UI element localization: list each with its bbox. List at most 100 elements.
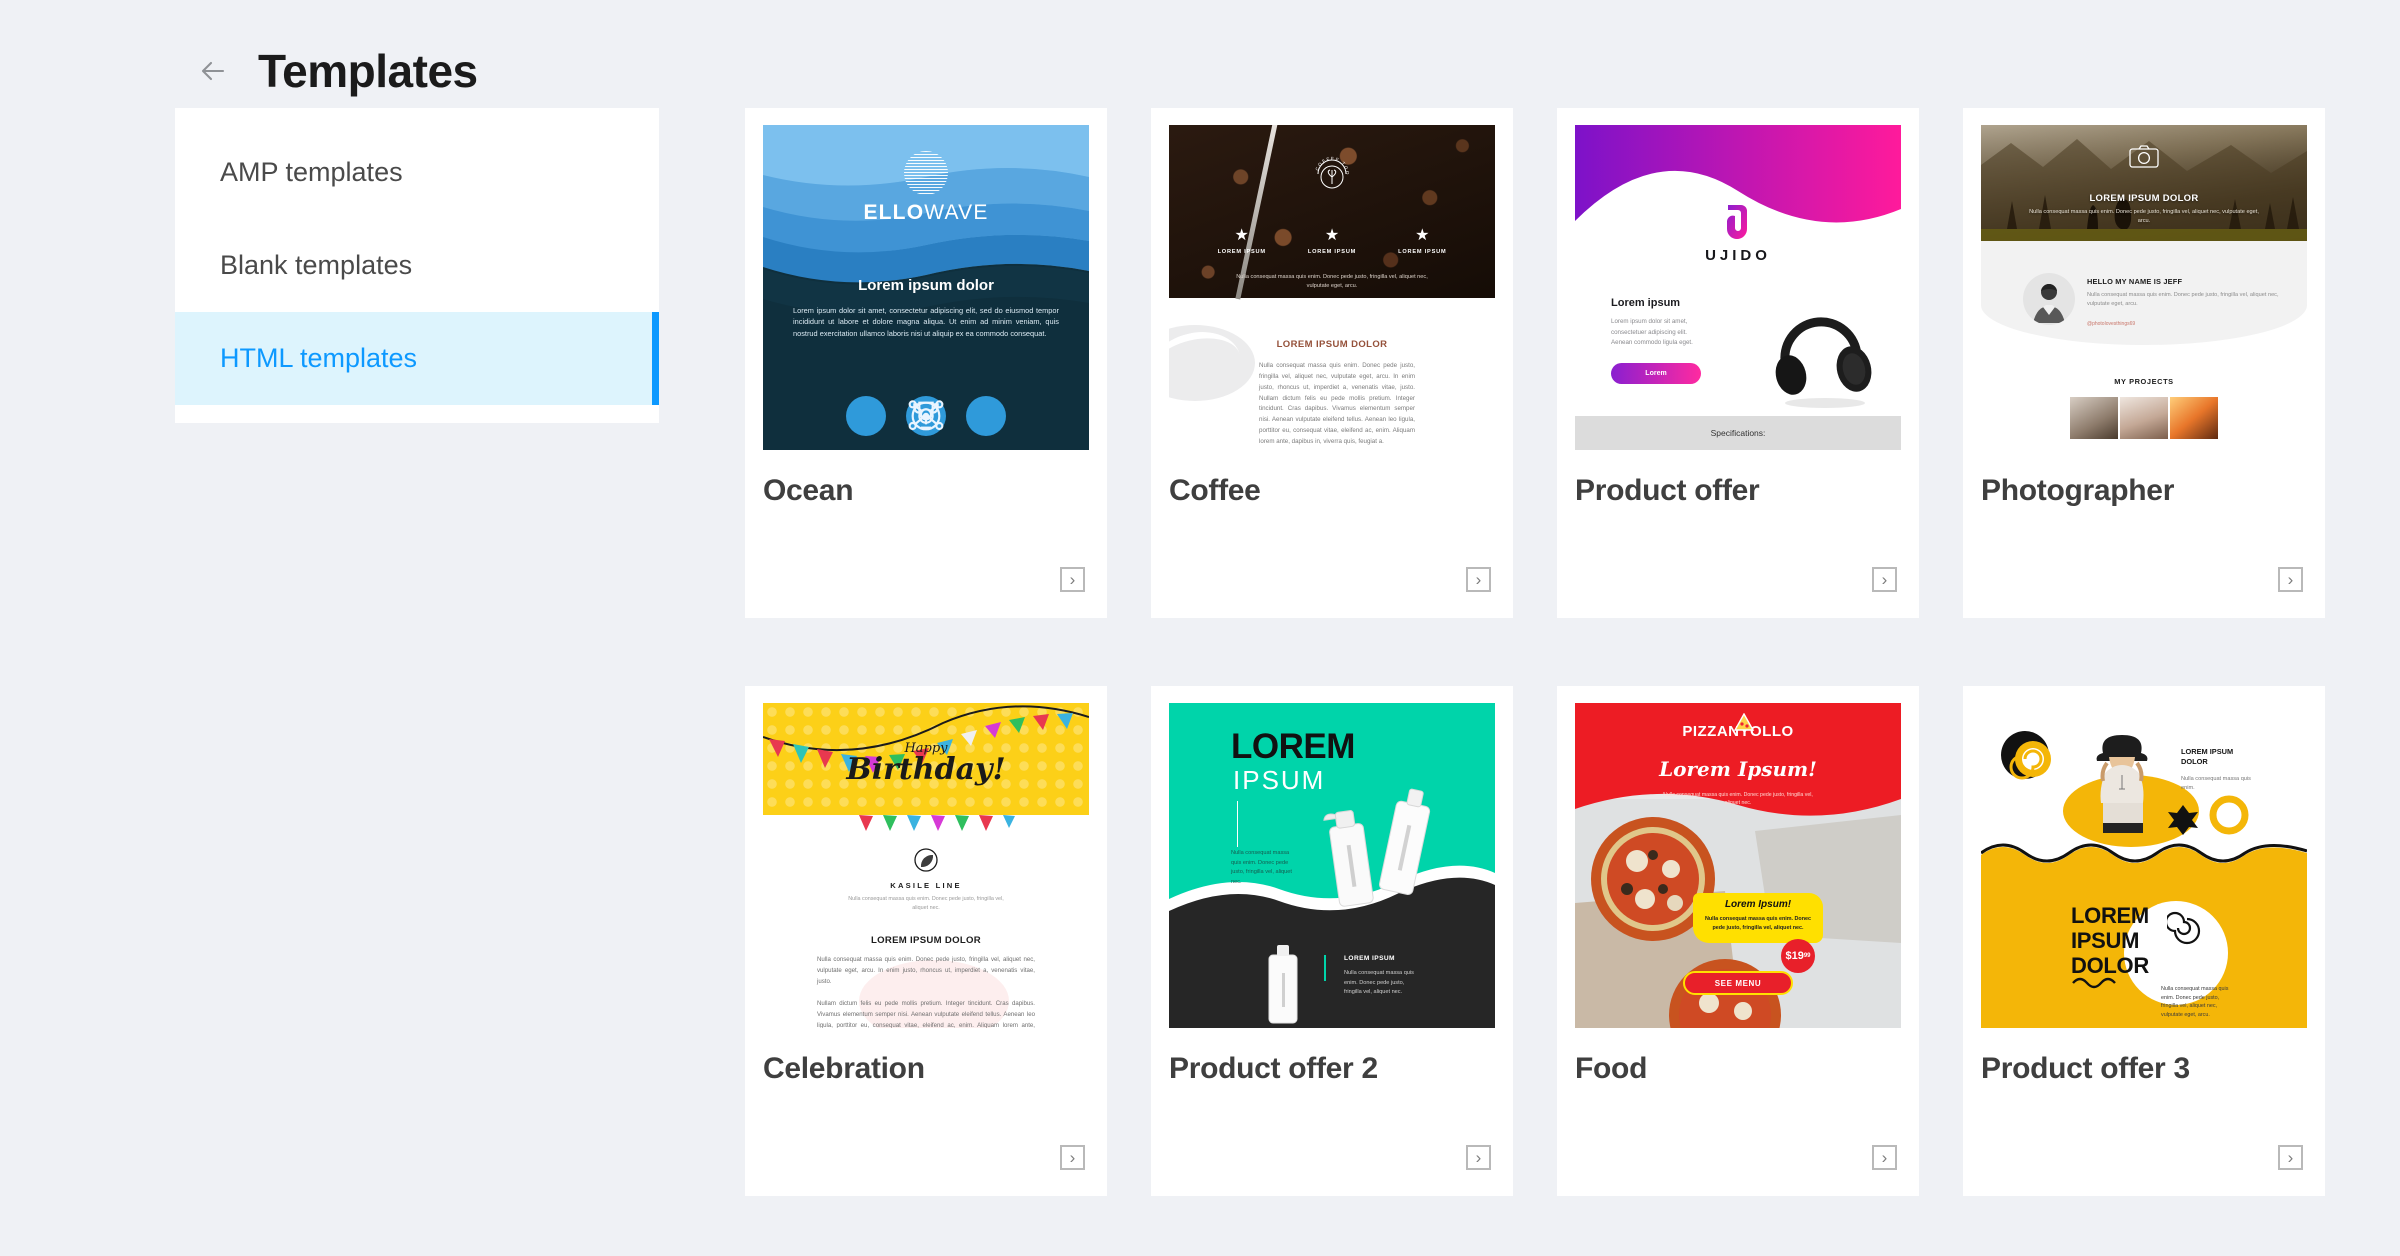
coffee-feature: ★ LOREM IPSUM [1398, 225, 1446, 255]
back-button[interactable] [194, 52, 232, 90]
food-highlight-heading: Lorem Ipsum! [1724, 899, 1792, 910]
open-template-button[interactable]: › [1872, 1145, 1897, 1170]
food-highlight-body: Nulla consequat massa quis enim. Donec p… [1704, 916, 1812, 931]
product-offer-2-artwork: LOREM IPSUM Nulla consequat massa quis e… [1169, 703, 1495, 1028]
photographer-projects-heading: MY PROJECTS [2114, 377, 2174, 386]
open-template-button[interactable]: › [1466, 1145, 1491, 1170]
sidebar-item-label: AMP templates [220, 157, 403, 187]
template-row: ELLOWAVE Lorem ipsum dolor Lorem ipsum d… [745, 108, 2325, 618]
coffee-heading: LOREM IPSUM DOLOR [1276, 339, 1388, 350]
spiral-icon [2167, 911, 2201, 945]
camera-icon [2128, 143, 2160, 174]
celebration-brand: KASILE LINE [890, 881, 962, 890]
template-preview-photographer: LOREM IPSUM DOLOR Nulla consequat massa … [1981, 125, 2307, 450]
star-icon: ★ [1324, 227, 1340, 244]
coffee-artwork: COFFEE TOO ★ LOREM IPSUM ★ LOREM IPSUM ★… [1169, 125, 1495, 450]
template-card-product-offer-2[interactable]: LOREM IPSUM Nulla consequat massa quis e… [1151, 686, 1513, 1196]
food-sub: Nulla consequat massa quis enim. Donec p… [1663, 792, 1813, 807]
photographer-hero-photo: LOREM IPSUM DOLOR Nulla consequat massa … [1981, 125, 2307, 241]
po3-body: Nulla consequat massa quis enim. [2181, 776, 2251, 791]
ocean-feature-icons [763, 396, 1089, 436]
template-title: Celebration [763, 1052, 925, 1085]
sidebar-item-blank-templates[interactable]: Blank templates [175, 219, 659, 312]
photographer-hero-body: Nulla consequat massa quis enim. Donec p… [2029, 209, 2259, 224]
template-card-food[interactable]: PIZZANYOLLO Lorem Ipsum! Nulla consequat… [1557, 686, 1919, 1196]
template-card-coffee[interactable]: COFFEE TOO ★ LOREM IPSUM ★ LOREM IPSUM ★… [1151, 108, 1513, 618]
po3-bottom-body: Nulla consequat massa quis enim. Donec p… [2161, 986, 2229, 1018]
avatar [2023, 273, 2075, 325]
template-title: Ocean [763, 474, 854, 507]
headphones-image [1755, 291, 1883, 411]
coffee-feature: ★ LOREM IPSUM [1218, 225, 1266, 255]
product-offer-body: Lorem ipsum dolor sit amet, consectetuer… [1611, 318, 1693, 347]
celebration-artwork: Happy Birthday! KASILE LINE Nulla conseq… [763, 703, 1089, 1028]
template-title: Product offer 2 [1169, 1052, 1378, 1085]
ocean-artwork: ELLOWAVE Lorem ipsum dolor Lorem ipsum d… [763, 125, 1089, 450]
po2-divider-line [1237, 801, 1239, 847]
template-title: Food [1575, 1052, 1648, 1085]
template-card-ocean[interactable]: ELLOWAVE Lorem ipsum dolor Lorem ipsum d… [745, 108, 1107, 618]
template-card-product-offer[interactable]: UJIDO Lorem ipsum Lorem ipsum dolor sit … [1557, 108, 1919, 618]
kasile-line-logo-icon [911, 845, 941, 880]
celebration-heading: LOREM IPSUM DOLOR [870, 935, 982, 946]
food-script-heading: Lorem Ipsum! [1659, 757, 1817, 781]
open-template-button[interactable]: › [1466, 567, 1491, 592]
page-body: AMP templates Blank templates HTML templ… [0, 108, 2400, 1196]
coffee-bean-watermark [1169, 325, 1255, 401]
template-title: Product offer 3 [1981, 1052, 2190, 1085]
ujido-brand: UJIDO [1705, 247, 1771, 264]
template-card-photographer[interactable]: LOREM IPSUM DOLOR Nulla consequat massa … [1963, 108, 2325, 618]
coffee-features: ★ LOREM IPSUM ★ LOREM IPSUM ★ LOREM IPSU… [1169, 225, 1495, 255]
template-preview-product-offer-2: LOREM IPSUM Nulla consequat massa quis e… [1169, 703, 1495, 1028]
celebration-body: Nulla consequat massa quis enim. Donec p… [817, 955, 1035, 1028]
template-preview-food: PIZZANYOLLO Lorem Ipsum! Nulla consequat… [1575, 703, 1901, 1028]
coffee-too-logo-icon: COFFEE TOO [1306, 147, 1358, 199]
celebration-body-p2: Nullam dictum felis eu pede mollis preti… [817, 999, 1035, 1028]
po2-bottom-body: Nulla consequat massa quis enim. Donec p… [1344, 970, 1414, 995]
coffee-feature-label: LOREM IPSUM [1307, 249, 1357, 255]
product-offer-artwork: UJIDO Lorem ipsum Lorem ipsum dolor sit … [1575, 125, 1901, 450]
coffee-feature-label: LOREM IPSUM [1217, 249, 1266, 255]
project-thumbnail [2170, 397, 2218, 439]
sidebar-item-label: Blank templates [220, 250, 413, 280]
project-thumbnail [2120, 397, 2168, 439]
open-template-button[interactable]: › [1872, 567, 1897, 592]
photographer-project-thumbnails [1981, 397, 2307, 439]
page-header: Templates [0, 0, 2400, 108]
template-card-product-offer-3[interactable]: LOREM IPSUM DOLOR Nulla consequat massa … [1963, 686, 2325, 1196]
price-amount: $19 [1785, 950, 1804, 962]
sidebar: AMP templates Blank templates HTML templ… [175, 108, 659, 423]
open-template-button[interactable]: › [2278, 1145, 2303, 1170]
photographer-profile-heading: HELLO MY NAME IS JEFF [2087, 277, 2183, 286]
price-cents: 99 [1803, 953, 1811, 959]
product-offer-heading: Lorem ipsum [1611, 297, 1681, 309]
see-menu-button[interactable]: SEE MENU [1683, 971, 1793, 995]
cosmetic-bottle-tall [1378, 788, 1431, 895]
po2-bottom-heading: LOREM IPSUM [1344, 955, 1395, 962]
coffee-feature-label: LOREM IPSUM [1398, 249, 1447, 255]
sidebar-item-html-templates[interactable]: HTML templates [175, 312, 659, 405]
po2-accent-line [1324, 955, 1326, 981]
open-template-button[interactable]: › [1060, 1145, 1085, 1170]
template-title: Product offer [1575, 474, 1760, 507]
star-icon: ★ [1234, 227, 1249, 244]
sidebar-item-amp-templates[interactable]: AMP templates [175, 126, 659, 219]
template-preview-coffee: COFFEE TOO ★ LOREM IPSUM ★ LOREM IPSUM ★… [1169, 125, 1495, 450]
ellowave-logo-icon [904, 151, 948, 195]
celebration-banner-text: Happy Birthday! [763, 741, 1089, 787]
template-title: Photographer [1981, 474, 2175, 507]
coffee-feature: ★ LOREM IPSUM [1308, 225, 1356, 255]
open-template-button[interactable]: › [2278, 567, 2303, 592]
template-card-celebration[interactable]: Happy Birthday! KASILE LINE Nulla conseq… [745, 686, 1107, 1196]
po3-heading: LOREM IPSUM DOLOR [2181, 747, 2234, 766]
template-grid: ELLOWAVE Lorem ipsum dolor Lorem ipsum d… [659, 108, 2325, 1196]
ocean-body: Lorem ipsum dolor sit amet, consectetur … [793, 306, 1059, 338]
open-template-button[interactable]: › [1060, 567, 1085, 592]
pizza-slice-icon [1733, 713, 1755, 731]
page-title: Templates [258, 45, 478, 97]
star-icon: ★ [1415, 227, 1430, 244]
cosmetic-bottle-small [1268, 945, 1298, 1024]
template-preview-ocean: ELLOWAVE Lorem ipsum dolor Lorem ipsum d… [763, 125, 1089, 450]
coffee-body: Nulla consequat massa quis enim. Donec p… [1259, 362, 1415, 445]
product-offer-cta-button[interactable]: Lorem [1611, 363, 1701, 384]
